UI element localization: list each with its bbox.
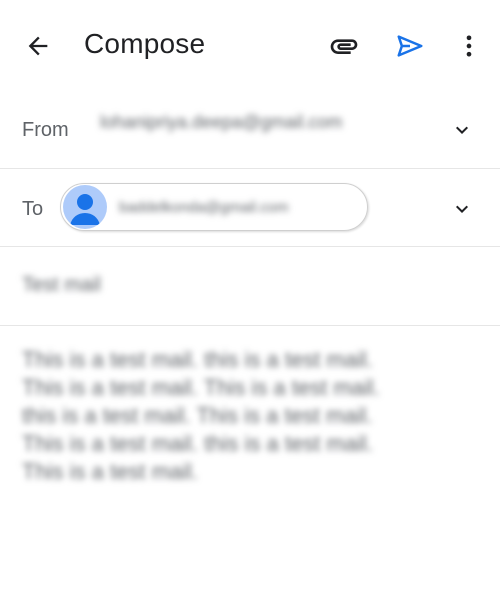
body-field[interactable]: This is a test mail. this is a test mail…: [22, 346, 442, 486]
body-line: This is a test mail. this is a test mail…: [22, 431, 373, 456]
chevron-down-icon[interactable]: [446, 114, 478, 146]
from-row: From lohanipriya.deepa@gmail.com: [0, 92, 500, 169]
page-title: Compose: [84, 28, 206, 59]
top-app-bar: Compose: [0, 0, 500, 92]
chevron-down-icon[interactable]: [446, 193, 478, 225]
from-label: From: [22, 119, 69, 141]
body-line: This is a test mail. this is a test mail…: [22, 347, 373, 372]
recipient-chip[interactable]: baddelkonda@gmail.com: [60, 183, 368, 231]
more-vert-icon[interactable]: [445, 22, 493, 70]
body-line: this is a test mail. This is a test mail…: [22, 403, 373, 428]
body-line: This is a test mail.: [22, 459, 199, 484]
avatar: [63, 185, 107, 229]
from-address[interactable]: lohanipriya.deepa@gmail.com: [100, 112, 342, 133]
recipient-address: baddelkonda@gmail.com: [119, 198, 289, 216]
to-label: To: [22, 198, 44, 220]
arrow-back-icon[interactable]: [14, 22, 62, 70]
body-line: This is a test mail. This is a test mail…: [22, 375, 380, 400]
attachment-icon[interactable]: [320, 22, 368, 70]
subject-field[interactable]: Test mail: [22, 274, 101, 297]
send-icon[interactable]: [386, 22, 434, 70]
